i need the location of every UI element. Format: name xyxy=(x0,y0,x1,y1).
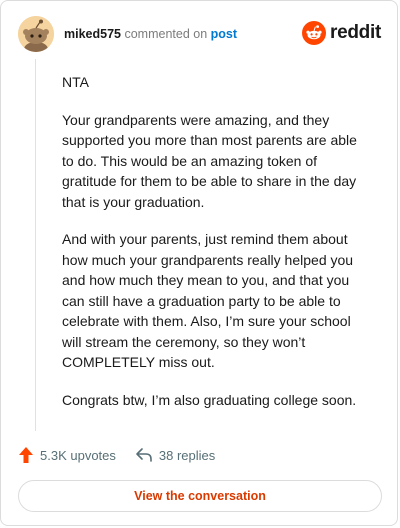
comment-card: miked575 commented on post reddit NTA Yo… xyxy=(0,0,398,526)
username-link[interactable]: miked575 xyxy=(64,27,121,41)
comment-paragraph: And with your parents, just remind them … xyxy=(62,231,354,370)
comment-paragraph: Congrats btw, I’m also graduating colleg… xyxy=(62,391,357,408)
comment-meta: miked575 commented on post xyxy=(64,27,237,41)
reddit-logo-text: reddit xyxy=(330,22,381,43)
comment-actions: 5.3K upvotes 38 replies xyxy=(18,445,215,465)
comment-paragraph: Your grandparents were amazing, and they… xyxy=(62,111,357,210)
comment-header: miked575 commented on post reddit xyxy=(18,16,381,52)
upvote-count: 5.3K upvotes xyxy=(40,447,116,463)
reddit-logo[interactable]: reddit xyxy=(302,20,381,46)
reddit-logo-icon xyxy=(302,21,327,45)
post-link[interactable]: post xyxy=(211,27,237,41)
commented-on-label: commented on xyxy=(124,27,208,41)
reply-arrow-icon xyxy=(136,448,152,462)
replies-button[interactable]: 38 replies xyxy=(135,447,215,463)
comment-body: NTA Your grandparents were amazing, and … xyxy=(62,72,366,427)
view-conversation-button[interactable]: View the conversation xyxy=(18,480,382,512)
snoo-avatar-icon xyxy=(18,16,54,52)
upvote-arrow-icon xyxy=(19,447,33,463)
user-avatar[interactable] xyxy=(18,16,54,52)
upvote-button[interactable]: 5.3K upvotes xyxy=(18,446,116,464)
thread-line xyxy=(35,59,36,431)
comment-paragraph: NTA xyxy=(62,74,89,90)
reply-count: 38 replies xyxy=(158,447,216,463)
